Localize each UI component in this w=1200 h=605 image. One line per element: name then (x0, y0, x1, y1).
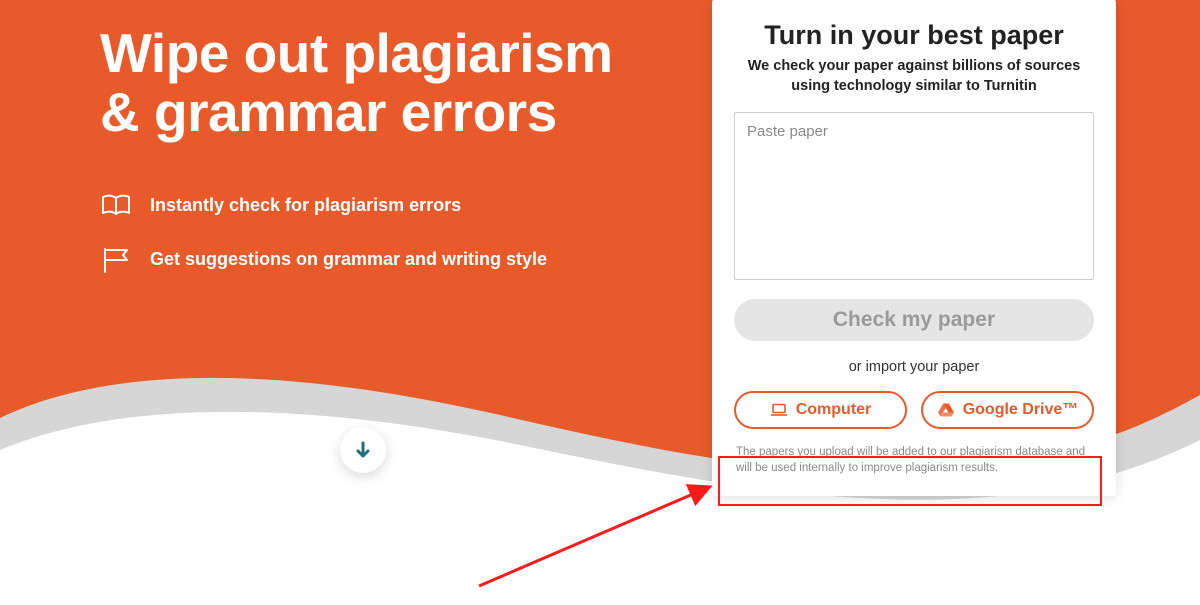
hero-left-column: Wipe out plagiarism & grammar errors Ins… (100, 24, 660, 298)
check-my-paper-button[interactable]: Check my paper (734, 299, 1094, 341)
book-open-icon (100, 190, 132, 222)
hero-headline: Wipe out plagiarism & grammar errors (100, 24, 660, 142)
paste-paper-textarea[interactable] (734, 112, 1094, 280)
hero-bullet-text: Instantly check for plagiarism errors (150, 195, 461, 216)
checker-panel: Turn in your best paper We check your pa… (712, 0, 1116, 496)
google-drive-icon (937, 403, 955, 417)
laptop-icon (770, 403, 788, 417)
arrow-down-icon (353, 440, 373, 460)
hero-bullets: Instantly check for plagiarism errors Ge… (100, 190, 660, 276)
hero-bullet: Instantly check for plagiarism errors (100, 190, 660, 222)
scroll-down-button[interactable] (340, 427, 386, 473)
import-computer-button[interactable]: Computer (734, 391, 907, 429)
import-gdrive-label: Google Drive™ (963, 401, 1079, 419)
hero-bullet: Get suggestions on grammar and writing s… (100, 244, 660, 276)
import-computer-label: Computer (796, 401, 872, 419)
hero-bullet-text: Get suggestions on grammar and writing s… (150, 249, 547, 270)
hero-section: Wipe out plagiarism & grammar errors Ins… (0, 0, 1200, 605)
flag-icon (100, 244, 132, 276)
panel-subtitle: We check your paper against billions of … (734, 57, 1094, 96)
import-gdrive-button[interactable]: Google Drive™ (921, 391, 1094, 429)
or-import-label: or import your paper (734, 359, 1094, 375)
panel-title: Turn in your best paper (734, 20, 1094, 51)
import-buttons-row: Computer Google Drive™ (734, 391, 1094, 429)
upload-disclaimer: The papers you upload will be added to o… (734, 443, 1094, 480)
